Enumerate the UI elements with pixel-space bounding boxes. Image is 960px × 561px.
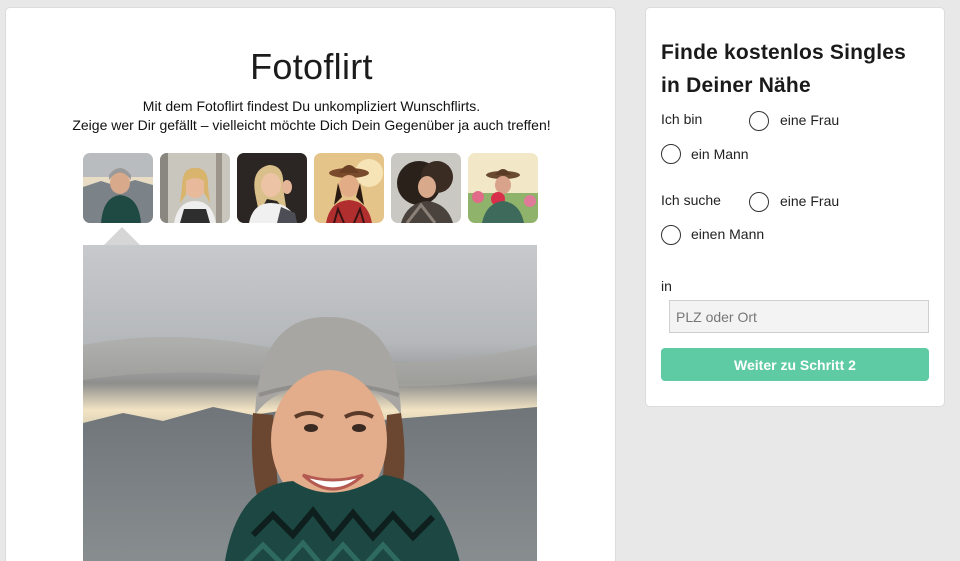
intro-line-1: Mit dem Fotoflirt findest Du unkomplizie… xyxy=(142,98,481,114)
photo-flirt-card: Fotoflirt Mit dem Fotoflirt findest Du u… xyxy=(5,7,616,561)
profile-thumbnail-2[interactable] xyxy=(160,153,230,223)
location-input[interactable] xyxy=(669,300,929,333)
profile-thumbnail-4[interactable] xyxy=(314,153,384,223)
selected-thumbnail-pointer xyxy=(103,227,141,246)
location-label: in xyxy=(661,278,672,294)
i-am-woman-label[interactable]: eine Frau xyxy=(780,112,839,128)
i-am-label: Ich bin xyxy=(661,111,703,127)
intro-text: Mit dem Fotoflirt findest Du unkomplizie… xyxy=(6,97,617,135)
seeking-man-label[interactable]: einen Mann xyxy=(691,226,764,242)
seeking-label: Ich suche xyxy=(661,192,721,208)
seeking-woman-radio[interactable] xyxy=(749,192,769,212)
page-title: Fotoflirt xyxy=(250,46,373,87)
intro-line-2: Zeige wer Dir gefällt – vielleicht möcht… xyxy=(72,117,551,133)
signup-title: Finde kostenlos Singles in Deiner Nähe xyxy=(661,41,906,97)
i-am-woman-radio[interactable] xyxy=(749,111,769,131)
next-step-button[interactable]: Weiter zu Schritt 2 xyxy=(661,348,929,381)
profile-thumbnail-1[interactable] xyxy=(83,153,153,223)
profile-thumbnail-6[interactable] xyxy=(468,153,538,223)
profile-thumbnail-5[interactable] xyxy=(391,153,461,223)
selected-profile-photo[interactable] xyxy=(83,245,537,561)
signup-card: Finde kostenlos Singles in Deiner Nähe I… xyxy=(645,7,945,407)
i-am-man-radio[interactable] xyxy=(661,144,681,164)
seeking-man-radio[interactable] xyxy=(661,225,681,245)
profile-thumbnail-3[interactable] xyxy=(237,153,307,223)
i-am-man-label[interactable]: ein Mann xyxy=(691,146,749,162)
seeking-woman-label[interactable]: eine Frau xyxy=(780,193,839,209)
